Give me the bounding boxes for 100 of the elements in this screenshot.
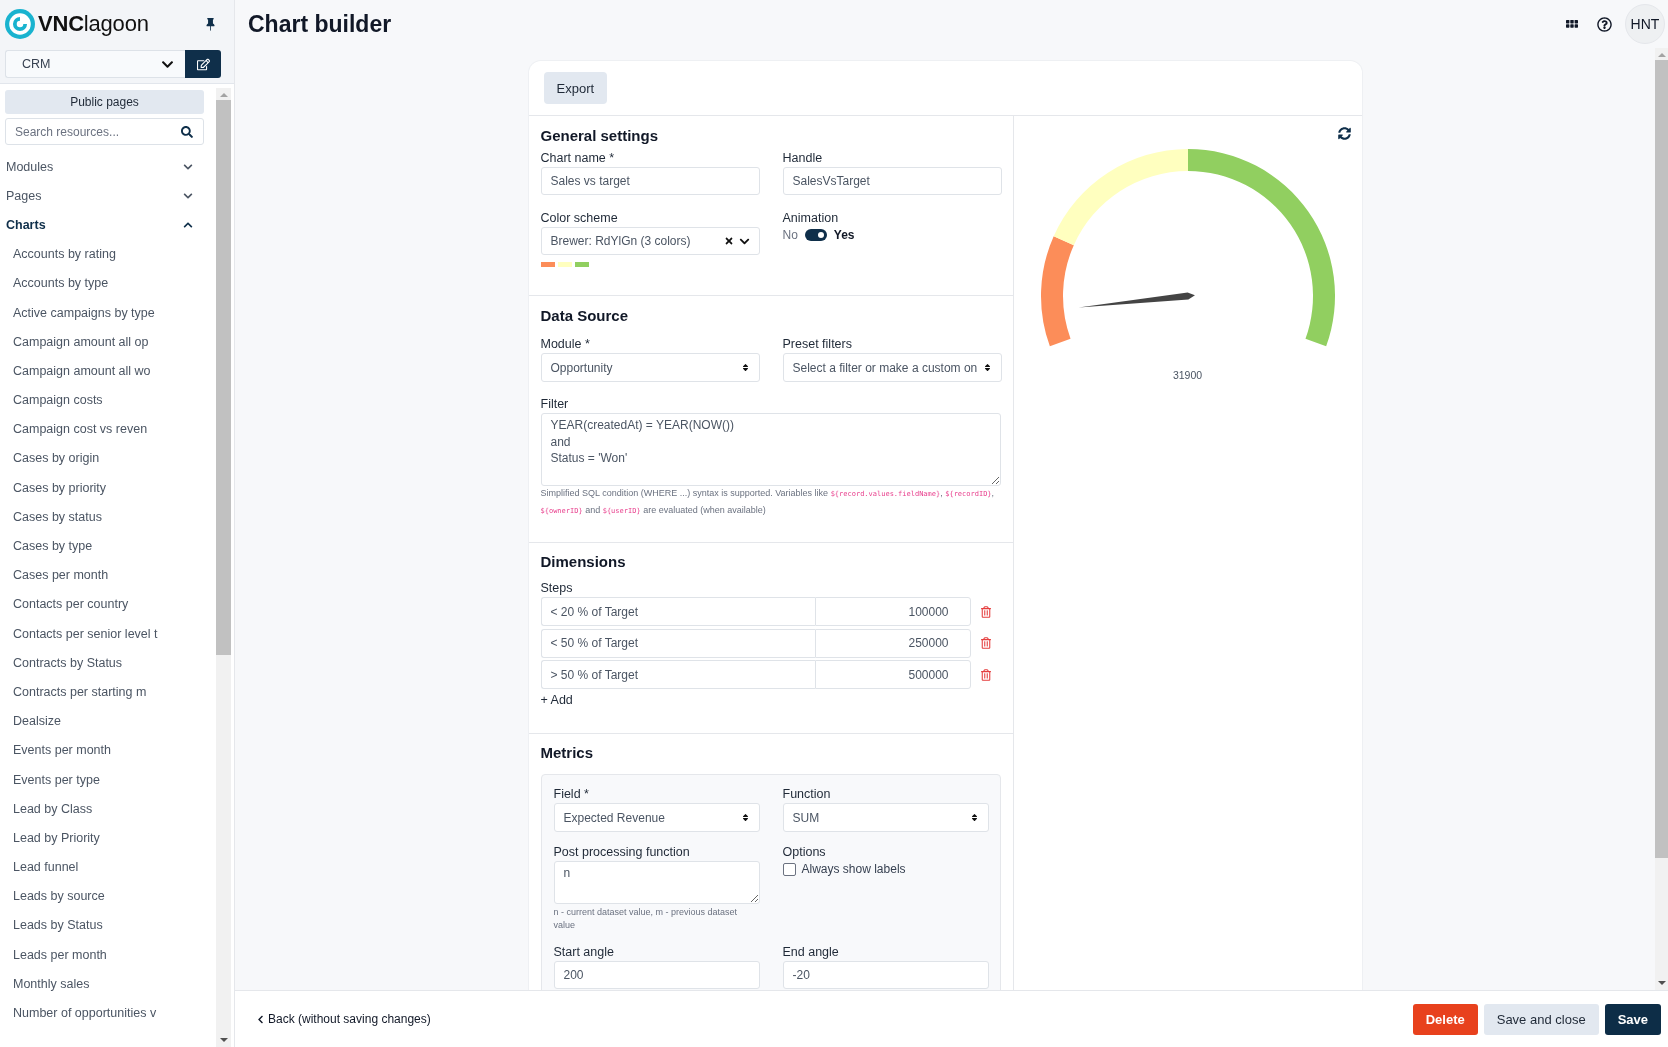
function-select[interactable]: SUM [782, 803, 989, 832]
step-value-field[interactable]: 100000 [814, 597, 971, 626]
search-field[interactable]: Search resources... [5, 118, 204, 145]
sidebar-item[interactable]: Events per month [5, 735, 204, 765]
chevron-down-icon [183, 161, 193, 172]
footer-button[interactable]: Save and close [1483, 1003, 1599, 1035]
checkbox[interactable] [782, 862, 796, 876]
trash-icon[interactable] [980, 605, 991, 618]
section-title: Metrics [540, 743, 595, 763]
field-label: Chart name * [540, 150, 616, 166]
help-text: n - current dataset value, m - previous dataset value [553, 906, 739, 932]
step-label-field[interactable]: > 50 % of Target [540, 660, 815, 689]
footer-button[interactable]: Save [1604, 1003, 1661, 1035]
arrow-down-icon[interactable] [1657, 981, 1666, 985]
chart-name-field[interactable]: Sales vs target [540, 167, 760, 195]
sidebar-item[interactable]: Contracts by Status [5, 648, 204, 678]
pin-icon[interactable] [204, 17, 217, 31]
edit-icon [196, 57, 210, 71]
edit-button[interactable] [185, 50, 221, 78]
field-label: Function [782, 786, 832, 802]
workspace-select[interactable]: CRM [5, 50, 185, 78]
field-select[interactable]: Expected Revenue [553, 803, 760, 832]
public-pages-button[interactable]: Public pages [5, 90, 204, 114]
trash-icon[interactable] [980, 637, 991, 649]
section-header[interactable]: Charts [5, 210, 204, 240]
field-label: Handle [782, 150, 824, 166]
module-select[interactable]: Opportunity [540, 353, 760, 382]
start-angle-field[interactable]: 200 [553, 961, 760, 989]
toggle-label: No [782, 228, 798, 242]
sidebar-item[interactable]: Campaign cost vs reven [5, 414, 204, 444]
sidebar-item[interactable]: Active campaigns by type [5, 297, 204, 328]
brand-name: VNClagoon [38, 11, 149, 37]
step-label-field[interactable]: < 50 % of Target [540, 628, 815, 658]
section-title: Dimensions [540, 552, 627, 572]
scrollbar-thumb[interactable] [216, 100, 231, 655]
scrollbar-thumb[interactable] [1655, 60, 1668, 858]
animation-toggle[interactable] [804, 229, 827, 241]
sidebar-item[interactable]: Lead by Class [5, 794, 204, 824]
sidebar-item[interactable]: Leads by source [5, 881, 204, 911]
refresh-icon[interactable] [1337, 127, 1351, 140]
sidebar-item[interactable]: Cases by type [5, 531, 204, 561]
post-processing-field[interactable]: n [553, 861, 760, 904]
section-title: Data Source [540, 306, 630, 326]
toggle-label: Yes [833, 228, 855, 242]
handle-field[interactable]: SalesVsTarget [782, 167, 1002, 195]
add-step-link[interactable]: + Add [540, 692, 573, 708]
step-value-field[interactable]: 500000 [814, 660, 971, 689]
preset-filters-select[interactable]: Select a filter or make a custom on [782, 353, 1002, 382]
field-label: Field * [553, 786, 590, 802]
back-link[interactable]: Back (without saving changes) [256, 1012, 431, 1026]
section-header[interactable]: Pages [5, 181, 204, 211]
clear-icon[interactable] [723, 236, 734, 246]
field-label: Options [782, 844, 827, 860]
sidebar-item[interactable]: Campaign costs [5, 385, 204, 415]
field-label: End angle [782, 944, 840, 960]
sort-arrows-icon [969, 813, 979, 822]
filter-field[interactable]: YEAR(createdAt) = YEAR(NOW()) and Status = 'Won' [540, 413, 1001, 486]
section-title: General settings [540, 126, 660, 146]
sidebar-item[interactable]: Lead funnel [5, 852, 204, 882]
chevron-down-icon [183, 190, 193, 201]
sidebar-item[interactable]: Lead by Priority [5, 823, 204, 853]
sidebar-item[interactable]: Accounts by rating [5, 239, 204, 269]
sidebar-item[interactable]: Events per type [5, 764, 204, 795]
gauge-value: 31900 [1172, 369, 1203, 381]
help-icon[interactable] [1597, 16, 1612, 32]
trash-icon[interactable] [980, 668, 991, 681]
arrow-down-icon[interactable] [219, 1038, 228, 1042]
sidebar-item[interactable]: Contacts per senior level t [5, 619, 204, 649]
sidebar-item[interactable]: Leads per month [5, 940, 204, 970]
sidebar-item[interactable]: Monthly sales [5, 969, 204, 999]
end-angle-field[interactable]: -20 [782, 961, 989, 989]
sidebar-item[interactable]: Cases per month [5, 560, 204, 590]
sidebar-item[interactable]: Campaign amount all wo [5, 356, 204, 386]
sidebar-item[interactable]: Campaign amount all op [5, 327, 204, 357]
sidebar-item[interactable]: Cases by priority [5, 473, 204, 503]
field-label: Module * [540, 336, 591, 352]
field-label: Steps [540, 580, 574, 596]
sidebar-item[interactable]: Leads by Status [5, 910, 204, 941]
grid-icon[interactable] [1566, 20, 1578, 28]
sidebar-item[interactable]: Dealsize [5, 706, 204, 736]
sidebar-item[interactable]: Cases by status [5, 502, 204, 532]
sort-arrows-icon [982, 363, 992, 372]
swirl-logo-icon [5, 9, 35, 39]
color-scheme-select[interactable]: Brewer: RdYlGn (3 colors) [540, 227, 760, 255]
search-icon[interactable] [181, 125, 193, 138]
sort-arrows-icon [740, 363, 750, 372]
field-label: Filter [540, 396, 570, 412]
sidebar-item[interactable]: Cases by origin [5, 443, 204, 474]
sidebar-item[interactable]: Contacts per country [5, 589, 204, 619]
sidebar-item[interactable]: Contracts per starting m [5, 677, 204, 707]
checkbox-label: Always show labels [801, 862, 906, 876]
step-value-field[interactable]: 250000 [814, 628, 971, 658]
footer-button[interactable]: Delete [1412, 1003, 1478, 1035]
sidebar-item[interactable]: Number of opportunities v [5, 998, 204, 1028]
section-header[interactable]: Modules [5, 152, 204, 182]
export-button[interactable]: Export [543, 72, 608, 104]
sort-arrows-icon [740, 813, 750, 822]
user-avatar[interactable]: HNT [1625, 4, 1665, 44]
step-label-field[interactable]: < 20 % of Target [540, 597, 815, 626]
sidebar-item[interactable]: Accounts by type [5, 268, 204, 298]
